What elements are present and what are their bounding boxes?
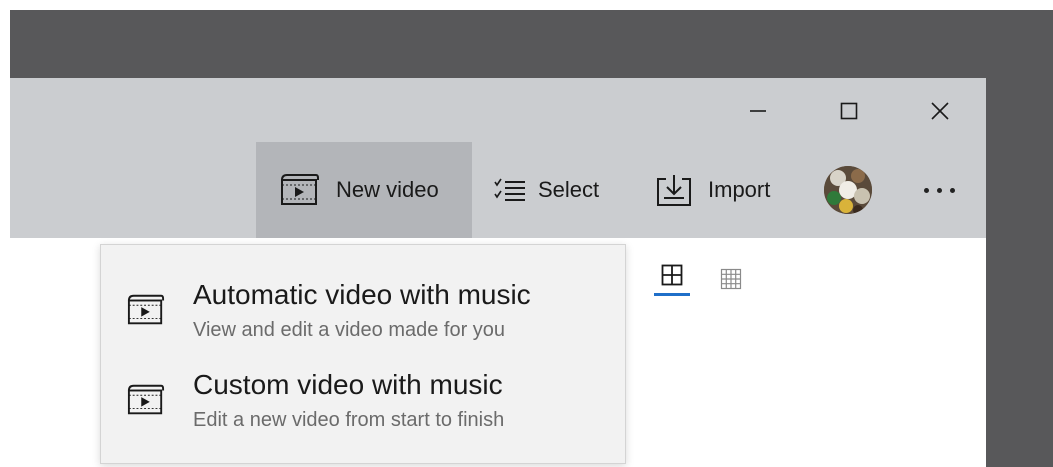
maximize-button[interactable] [826, 88, 872, 134]
menu-item-title: Automatic video with music [193, 279, 531, 310]
video-project-icon [127, 293, 165, 332]
more-icon [936, 187, 942, 193]
import-button[interactable]: Import [656, 142, 796, 238]
large-grid-icon [661, 264, 683, 286]
checklist-icon [494, 176, 526, 204]
menu-item-title: Custom video with music [193, 369, 503, 400]
more-icon [923, 187, 929, 193]
close-icon [931, 102, 949, 120]
view-small-tiles-button[interactable] [716, 264, 746, 294]
view-large-tiles-button[interactable] [652, 264, 692, 308]
import-icon [656, 173, 692, 207]
active-view-indicator [654, 293, 690, 296]
new-video-label: New video [336, 177, 439, 202]
select-button[interactable]: Select [494, 142, 624, 238]
screenshot-border-left [0, 0, 10, 467]
menu-item-custom-video[interactable]: Custom video with music Edit a new video… [101, 363, 625, 453]
minimize-icon [750, 110, 766, 112]
minimize-button[interactable] [735, 88, 781, 134]
close-button[interactable] [917, 88, 963, 134]
small-grid-icon [720, 268, 742, 290]
video-project-icon [280, 173, 320, 207]
account-avatar[interactable] [824, 166, 872, 214]
new-video-button[interactable]: New video [256, 142, 472, 238]
new-video-dropdown-menu: Automatic video with music View and edit… [100, 244, 626, 464]
menu-item-subtitle: Edit a new video from start to finish [193, 409, 505, 431]
select-label: Select [538, 177, 600, 202]
screenshot-border-top [0, 0, 1053, 10]
import-label: Import [708, 177, 771, 202]
menu-item-automatic-video[interactable]: Automatic video with music View and edit… [101, 273, 625, 363]
menu-item-subtitle: View and edit a video made for you [193, 319, 506, 341]
more-options-button[interactable] [908, 166, 970, 214]
title-bar: New video Select Import [10, 78, 986, 238]
more-icon [949, 187, 955, 193]
video-project-icon [127, 383, 165, 422]
maximize-icon [840, 102, 858, 120]
